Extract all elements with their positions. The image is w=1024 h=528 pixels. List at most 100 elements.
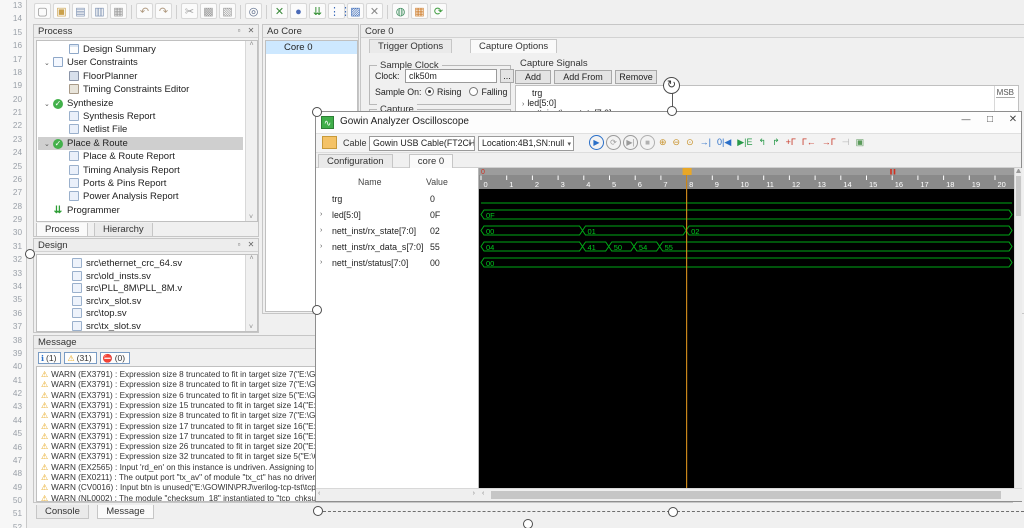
design-file-item[interactable]: src\rx_slot.sv [38,295,243,308]
expand-arrow-icon[interactable]: › [320,207,322,223]
signal-row-trg[interactable]: trg 0 [316,191,478,207]
netlist-icon[interactable]: ✕ [366,3,383,19]
open-project-icon[interactable]: ▣ [53,3,70,19]
process-tree-item-floorplanner[interactable]: FloorPlanner [38,70,243,83]
process-tree-scrollbar[interactable]: ˄ ˅ [245,41,257,221]
next-marker-icon[interactable]: →Γ [820,135,838,150]
filter-info[interactable]: ℹ (1) [38,352,62,364]
maximize-icon[interactable]: □ [980,114,1000,125]
zoom-out-icon[interactable]: ⊖ [671,135,683,150]
button-add-from-trigger[interactable]: Add From Trigger [554,70,612,94]
process-tree-item-power-analysis-report[interactable]: Power Analysis Report [38,190,243,203]
stop-icon[interactable]: ■ [640,135,655,150]
expand-arrow-icon[interactable]: › [320,223,322,239]
new-file-icon[interactable]: ▢ [34,3,51,19]
process-tree-item-user-constraints[interactable]: ⌄ User Constraints [38,56,243,69]
location-select[interactable]: Location:4B1,SN:null [478,136,574,151]
clock-browse-button[interactable]: ... [500,69,514,83]
signal-row-nett-inst-rx-state-7-0-[interactable]: › nett_inst/rx_state[7:0] 02 [316,223,478,239]
minimize-icon[interactable]: — [956,114,976,124]
selection-handle-mid-left[interactable] [312,305,322,315]
save-all-icon[interactable]: ▥ [91,3,108,19]
tab-process[interactable]: Process [36,223,89,237]
capture-signal-item[interactable]: trg [518,88,1016,98]
zoom-fit-icon[interactable]: ⊙ [684,135,696,150]
tab-capture-options[interactable]: Capture Options [470,39,558,53]
filter-error[interactable]: ⛔ (0) [99,352,131,364]
clock-input[interactable]: clk50m [405,69,497,83]
goto-zero-icon[interactable]: 0|◀ [715,135,733,150]
tab-trigger-options[interactable]: Trigger Options [369,39,453,53]
prev-marker-icon[interactable]: Γ← [800,135,818,150]
radio-rising[interactable]: Rising [425,87,461,97]
expand-arrow-icon[interactable]: ⌄ [44,57,53,70]
float-panel-icon[interactable]: ▫ [234,240,244,250]
expand-arrow-icon[interactable]: ⌄ [44,98,53,111]
expand-arrow-icon[interactable]: › [320,255,322,271]
expand-arrow-icon[interactable]: ⌄ [44,138,53,151]
signal-row-nett-inst-status-7-0-[interactable]: › nett_inst/status[7:0] 00 [316,255,478,271]
process-tree-item-synthesize[interactable]: ⌄ ✓ Synthesize [38,97,243,110]
print-icon[interactable]: ▦ [110,3,127,19]
save-icon[interactable]: ▤ [72,3,89,19]
waveform-hscrollbar[interactable]: ‹ [479,488,1022,501]
ide-icon[interactable]: ◍ [392,3,409,19]
process-tree-item-timing-constraints-editor[interactable]: Timing Constraints Editor [38,83,243,96]
goto-cursor-icon[interactable]: →| [698,135,713,150]
step-icon[interactable]: ▶| [623,135,638,150]
outer-selection-handle-bottom[interactable] [523,519,533,528]
floorplanner-icon[interactable]: ● [290,3,307,19]
button-add[interactable]: Add [515,70,551,84]
signal-row-nett-inst-rx-data-s-7-0-[interactable]: › nett_inst/rx_data_s[7:0] 55 [316,239,478,255]
signal-table-hscrollbar[interactable]: ‹ › [316,488,479,501]
process-tree-item-programmer[interactable]: ⇊ Programmer [38,204,243,217]
expand-arrow-icon[interactable]: › [522,101,524,108]
redo-icon[interactable]: ↷ [155,3,172,19]
close-icon[interactable]: ✕ [1004,114,1022,125]
copy-icon[interactable]: ▩ [200,3,217,19]
process-tree-item-synthesis-report[interactable]: Synthesis Report [38,110,243,123]
ao-core-item[interactable]: Core 0 [266,41,357,54]
add-marker-icon[interactable]: +Γ [784,135,798,150]
open-file-icon[interactable] [322,136,337,149]
design-list-scrollbar[interactable]: ˄ ˅ [245,255,257,331]
outer-selection-handle-left[interactable] [25,249,35,259]
tab-message[interactable]: Message [97,505,154,519]
process-tree-item-place-route-report[interactable]: Place & Route Report [38,150,243,163]
design-file-item[interactable]: src\ethernet_crc_64.sv [38,257,243,270]
process-tree-item-netlist-file[interactable]: Netlist File [38,123,243,136]
analyzer-icon[interactable]: ▨ [347,3,364,19]
process-tree-item-design-summary[interactable]: Design Summary [38,43,243,56]
tab-core-0[interactable]: core 0 [408,154,454,168]
button-remove[interactable]: Remove [615,70,657,84]
next-transition-icon[interactable]: ↱ [770,135,782,150]
selection-handle-top-left[interactable] [312,107,322,117]
close-panel-icon[interactable]: ✕ [246,26,256,36]
refresh-icon[interactable]: ⟳ [430,3,447,19]
cut-icon[interactable]: ✂ [181,3,198,19]
cable-select[interactable]: Gowin USB Cable(FT2CH) [369,136,475,151]
radio-falling[interactable]: Falling [469,87,507,97]
export-image-icon[interactable]: ▣ [854,135,867,150]
zoom-in-icon[interactable]: ⊕ [657,135,669,150]
timing-icon[interactable]: ⋮⋮ [328,3,351,19]
place-route-icon[interactable]: ⇊ [309,3,326,19]
float-panel-icon[interactable]: ▫ [234,26,244,36]
design-file-item[interactable]: src\top.sv [38,307,243,320]
message-row[interactable]: ⚠ WARN (NL0002) : The module "checksum_18… [41,493,350,501]
selection-handle-top-center[interactable] [667,106,677,116]
selection-handle-bottom-center[interactable] [668,507,678,517]
design-file-item[interactable]: src\tx_slot.sv [38,320,243,331]
selection-handle-bottom-left[interactable] [313,506,323,516]
synthesize-icon[interactable]: ✕ [271,3,288,19]
filter-warning[interactable]: ⚠ (31) [64,352,97,364]
design-file-item[interactable]: src\PLL_8M\PLL_8M.v [38,282,243,295]
blocks-icon[interactable]: ▦ [411,3,428,19]
design-file-item[interactable]: src\old_insts.sv [38,270,243,283]
goto-end-icon[interactable]: ▶|E [735,135,754,150]
prev-transition-icon[interactable]: ↰ [757,135,769,150]
close-panel-icon[interactable]: ✕ [246,240,256,250]
find-icon[interactable]: ◎ [245,3,262,19]
rotate-handle-icon[interactable]: ↻ [663,77,680,94]
process-tree-item-place-route[interactable]: ⌄ ✓ Place & Route [38,136,243,151]
